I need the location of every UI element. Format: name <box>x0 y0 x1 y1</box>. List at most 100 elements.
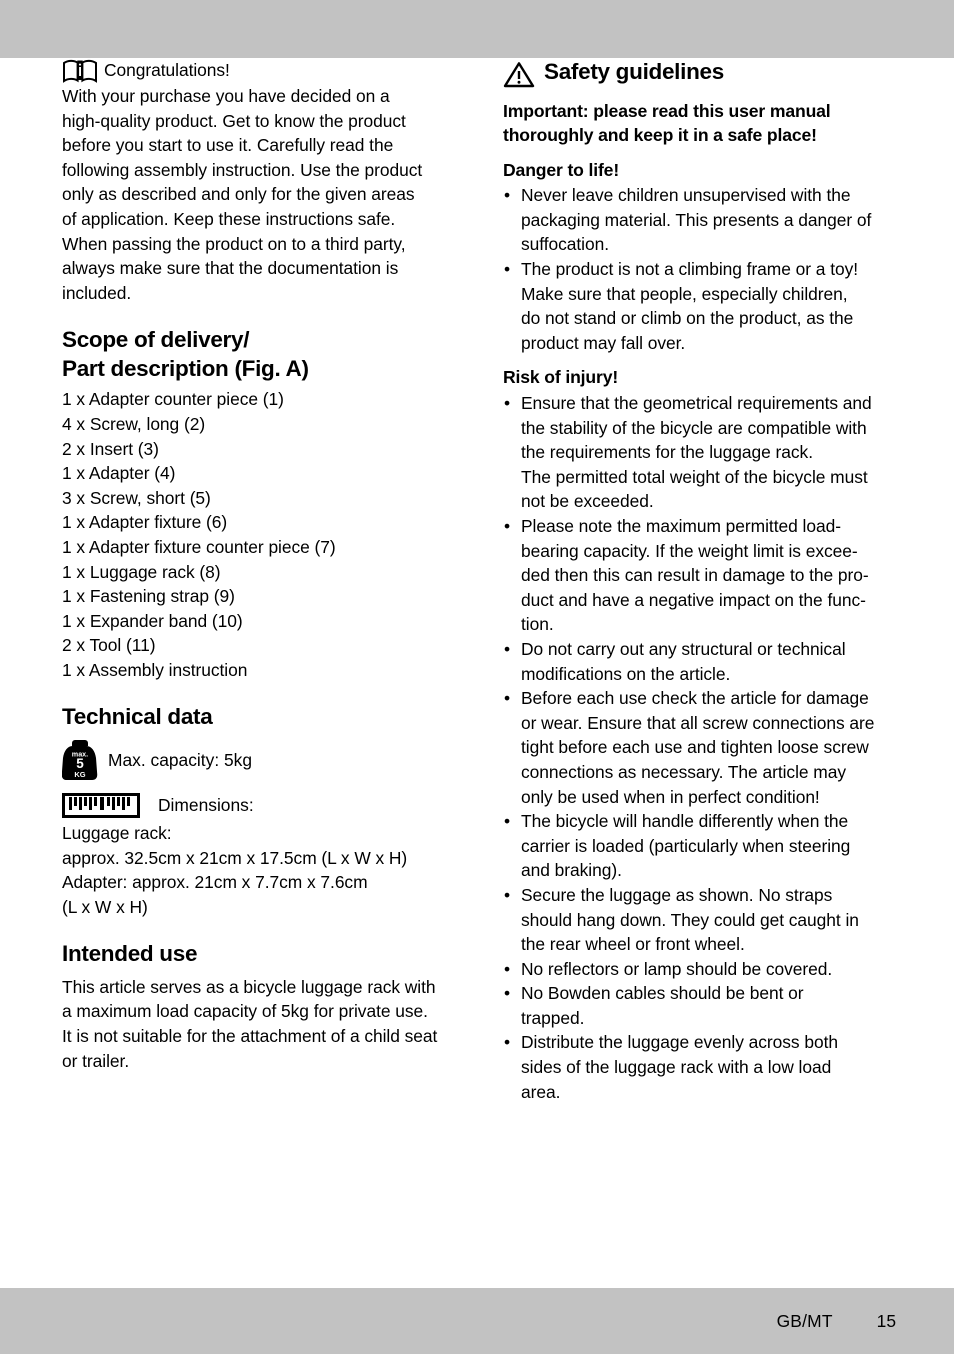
intended-use-line: This article serves as a bicycle luggage… <box>62 976 436 997</box>
intro-line: of application. Keep these instructions … <box>62 208 396 229</box>
scope-item: 2 x Insert (3) <box>62 438 159 459</box>
danger-to-life-title: Danger to life! <box>503 159 620 180</box>
technical-data-title: Technical data <box>62 704 213 730</box>
weight-icon-unit: KG <box>74 770 85 779</box>
intended-use-paragraph: This article serves as a bicycle luggage… <box>62 975 454 1073</box>
max-capacity-label: Max. capacity: 5kg <box>108 749 253 770</box>
list-item: Do not carry out any structural or techn… <box>503 637 895 686</box>
safety-guidelines-title: Safety guidelines <box>544 59 724 84</box>
list-item: Never leave children unsupervised with t… <box>503 183 895 257</box>
list-item: The product is not a climbing frame or a… <box>503 257 895 355</box>
scope-title-line1: Scope of delivery/ <box>62 327 250 353</box>
dimension-line: Adapter: approx. 21cm x 7.7cm x 7.6cm <box>62 872 368 893</box>
important-notice: Important: please read this user manual … <box>503 99 895 148</box>
bullet-line: Before each use check the article for da… <box>521 688 869 709</box>
bullet-line: Please note the maximum permitted load- <box>521 516 841 536</box>
bullet-line: The bicycle will handle differently when… <box>521 811 849 832</box>
bullet-line: duct and have a negative impact on the f… <box>521 589 866 610</box>
bullet-line: Do not carry out any structural or techn… <box>521 638 846 659</box>
bullet-line: Distribute the luggage evenly across bot… <box>521 1032 838 1053</box>
top-gray-band <box>0 0 954 58</box>
bullet-line: tight before each use and tighten loose … <box>521 737 869 758</box>
risk-of-injury-title: Risk of injury! <box>503 367 619 388</box>
scope-title: Scope of delivery/ Part description (Fig… <box>62 326 454 383</box>
bullet-line: or wear. Ensure that all screw connectio… <box>521 712 875 733</box>
list-item: No Bowden cables should be bent or trapp… <box>503 981 895 1030</box>
list-item: Please note the maximum permitted load- … <box>503 514 895 637</box>
bullet-line: No reflectors or lamp should be covered. <box>521 958 833 979</box>
technical-data-section: Technical data max. 5 KG Max. capacity: … <box>62 703 454 919</box>
intro-headline-row: Congratulations! <box>62 58 454 84</box>
book-info-icon <box>63 59 97 83</box>
ruler-icon <box>62 792 140 818</box>
page-content: Congratulations! With your purchase you … <box>0 58 954 1288</box>
scope-title-line2: Part description (Fig. A) <box>62 355 309 381</box>
bullet-line: Make sure that people, especially childr… <box>521 283 848 304</box>
list-item: The bicycle will handle differently when… <box>503 809 895 883</box>
right-column: Safety guidelines Important: please read… <box>503 58 895 1104</box>
list-item: Ensure that the geometrical requirements… <box>503 391 895 514</box>
bullet-line: product may fall over. <box>521 332 686 353</box>
intro-line: With your purchase you have decided on a <box>62 86 390 106</box>
footer-page-number: 15 <box>876 1310 896 1331</box>
bullet-line: modifications on the article. <box>521 663 731 684</box>
bullet-line: trapped. <box>521 1007 585 1028</box>
bullet-line: the rear wheel or front wheel. <box>521 934 745 955</box>
scope-item: 1 x Luggage rack (8) <box>62 561 221 582</box>
list-item: Secure the luggage as shown. No straps s… <box>503 883 895 957</box>
safety-guidelines-header: Safety guidelines <box>503 58 895 93</box>
intro-paragraph: With your purchase you have decided on a… <box>62 84 454 305</box>
bullet-line: packaging material. This presents a dang… <box>521 209 872 230</box>
scope-item: 4 x Screw, long (2) <box>62 413 206 434</box>
scope-of-delivery-section: Scope of delivery/ Part description (Fig… <box>62 326 454 682</box>
weight-icon-value: 5 <box>76 756 84 771</box>
scope-item: 1 x Assembly instruction <box>62 659 248 680</box>
bullet-line: The permitted total weight of the bicycl… <box>521 466 868 487</box>
bullet-line: Secure the luggage as shown. No straps <box>521 884 833 905</box>
intended-use-line: a maximum load capacity of 5kg for priva… <box>62 1001 428 1022</box>
max-weight-icon: max. 5 KG <box>62 739 98 780</box>
bullet-line: area. <box>521 1081 561 1102</box>
intended-use-section: Intended use This article serves as a bi… <box>62 940 454 1073</box>
bullet-line: the stability of the bicycle are compati… <box>521 417 867 438</box>
list-item: Distribute the luggage evenly across bot… <box>503 1030 895 1104</box>
intended-use-title: Intended use <box>62 941 198 967</box>
dimension-line: Luggage rack: <box>62 822 172 843</box>
bullet-line: should hang down. They could get caught … <box>521 909 859 930</box>
dimensions-row: Dimensions: <box>62 792 454 818</box>
intro-line: following assembly instruction. Use the … <box>62 159 423 180</box>
intro-line: When passing the product on to a third p… <box>62 233 406 254</box>
bullet-line: only be used when in perfect condition! <box>521 786 820 807</box>
bullet-line: connections as necessary. The article ma… <box>521 761 846 782</box>
intro-line: high-quality product. Get to know the pr… <box>62 110 406 131</box>
bullet-line: Never leave children unsupervised with t… <box>521 185 851 206</box>
bullet-line: tion. <box>521 614 554 635</box>
dimension-line: (L x W x H) <box>62 896 148 917</box>
intro-line: always make sure that the documentation … <box>62 258 399 279</box>
bullet-line: the requirements for the luggage rack. <box>521 442 813 463</box>
scope-item: 1 x Fastening strap (9) <box>62 586 235 607</box>
dimension-line: approx. 32.5cm x 21cm x 17.5cm (L x W x … <box>62 847 408 868</box>
scope-item: 1 x Adapter fixture counter piece (7) <box>62 536 336 557</box>
scope-items-list: 1 x Adapter counter piece (1) 4 x Screw,… <box>62 387 454 682</box>
bullet-line: do not stand or climb on the product, as… <box>521 308 854 329</box>
scope-item: 2 x Tool (11) <box>62 635 156 656</box>
bullet-line: carrier is loaded (particularly when ste… <box>521 835 851 856</box>
left-column: Congratulations! With your purchase you … <box>62 58 454 1073</box>
bullet-line: and braking). <box>521 860 622 881</box>
intended-use-line: It is not suitable for the attachment of… <box>62 1026 438 1047</box>
dimension-lines: Luggage rack: approx. 32.5cm x 21cm x 17… <box>62 821 454 919</box>
dimensions-label: Dimensions: <box>158 795 254 816</box>
danger-to-life-list: Never leave children unsupervised with t… <box>503 183 895 355</box>
scope-item: 1 x Adapter counter piece (1) <box>62 389 284 410</box>
bullet-line: Ensure that the geometrical requirements… <box>521 393 872 414</box>
intro-line: before you start to use it. Carefully re… <box>62 135 394 156</box>
bullet-line: bearing capacity. If the weight limit is… <box>521 540 858 561</box>
important-line1: Important: please read this user manual <box>503 100 831 121</box>
scope-item: 1 x Adapter fixture (6) <box>62 512 228 533</box>
footer-locale-label: GB/MT <box>776 1310 833 1331</box>
risk-of-injury-list: Ensure that the geometrical requirements… <box>503 391 895 1104</box>
scope-item: 1 x Expander band (10) <box>62 610 243 631</box>
scope-item: 1 x Adapter (4) <box>62 463 176 484</box>
list-item: No reflectors or lamp should be covered. <box>503 957 895 982</box>
